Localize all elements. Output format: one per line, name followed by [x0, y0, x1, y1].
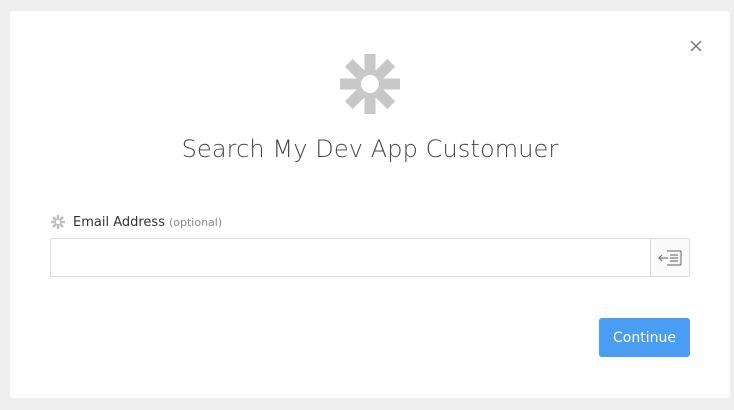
insert-data-button[interactable]	[650, 239, 689, 276]
email-input[interactable]	[51, 239, 650, 276]
gear-asterisk-icon	[50, 214, 66, 230]
email-field-label: Email Address	[73, 214, 165, 230]
continue-button[interactable]: Continue	[599, 318, 690, 357]
email-field-wrapper	[50, 238, 690, 277]
close-button[interactable]	[687, 37, 705, 55]
close-icon	[690, 40, 702, 52]
modal-title: Search My Dev App Customuer	[181, 135, 559, 163]
optional-tag: (optional)	[168, 215, 223, 229]
snowflake-asterisk-icon	[338, 52, 402, 116]
field-label-row: Email Address (optional)	[50, 213, 222, 231]
search-modal: Search My Dev App Customuer Email Addres…	[10, 11, 730, 398]
insert-data-icon	[658, 249, 682, 266]
